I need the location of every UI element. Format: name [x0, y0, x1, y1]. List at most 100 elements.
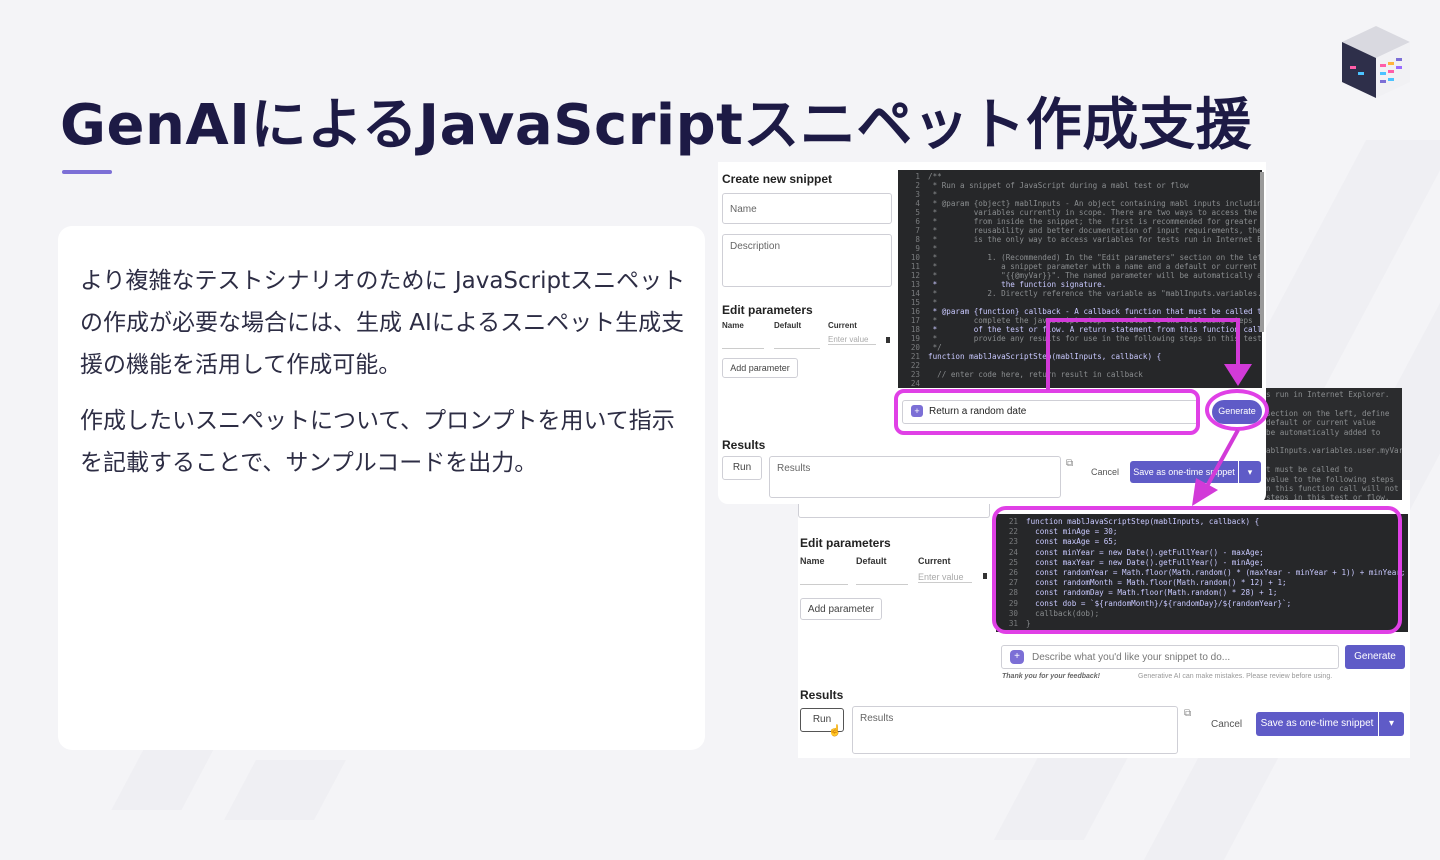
code-line-number: 17 [910, 316, 920, 325]
code-line-number: 13 [910, 280, 920, 289]
code-line-number: 20 [910, 343, 920, 352]
brand-logo-icon [1342, 26, 1410, 98]
ai-sparkle-icon: + [1010, 650, 1024, 664]
feedback-text: Thank you for your feedback! [1002, 673, 1101, 680]
param-current-input[interactable]: Enter value [828, 335, 876, 345]
create-snippet-heading: Create new snippet [722, 172, 833, 186]
page-title: GenAIによるJavaScriptスニペット作成支援 [60, 93, 1252, 158]
prompt-input[interactable]: Describe what you'd like your snippet to… [1001, 645, 1339, 669]
code-line-number: 6 [915, 217, 920, 226]
code-line-number: 2 [915, 181, 920, 190]
param-col-current: Current [918, 556, 951, 566]
code-line-number: 22 [910, 361, 920, 370]
code-line-number: 18 [910, 325, 920, 334]
add-parameter-button[interactable]: Add parameter [800, 598, 882, 620]
code-line-number: 11 [910, 262, 920, 271]
param-default-input[interactable] [856, 584, 908, 585]
code-line-number: 19 [910, 334, 920, 343]
results-output: Results [852, 706, 1178, 754]
code-line: * 2. Directly reference the variable as … [932, 289, 1262, 298]
code-line-number: 15 [910, 298, 920, 307]
expand-icon[interactable]: ⧉ [1066, 458, 1073, 469]
code-line-number: 4 [915, 199, 920, 208]
arrow-line [1236, 318, 1240, 370]
arrow-line [1046, 318, 1050, 390]
param-col-default: Default [856, 556, 887, 566]
code-line: // enter code here, return result in cal… [928, 370, 1143, 379]
expand-icon[interactable]: ⧉ [1184, 708, 1191, 719]
param-col-default: Default [774, 321, 802, 330]
code-editor-shadow: s run in Internet Explorer. section on th… [1262, 388, 1402, 500]
results-heading: Results [722, 438, 766, 452]
code-line: * of the test or flow. A return statemen… [932, 325, 1262, 334]
code-line: * a snippet parameter with a name and a … [928, 262, 1262, 271]
arrow-diagonal-icon [1192, 429, 1240, 506]
code-line: be automatically added to [1266, 427, 1381, 437]
param-current-input[interactable]: Enter value [918, 572, 972, 583]
snippet-editor-prompt-panel: Create new snippet Name Description Edit… [718, 162, 1266, 504]
description-card: より複雑なテストシナリオのために JavaScriptスニペットの作成が必要な場… [58, 226, 705, 750]
cancel-button[interactable]: Cancel [1211, 719, 1242, 730]
code-line-number: 14 [910, 289, 920, 298]
run-button[interactable]: Run [722, 456, 762, 480]
param-name-input[interactable] [800, 584, 848, 585]
save-options-dropdown[interactable]: ▾ [1379, 712, 1404, 736]
background-stripe [224, 760, 346, 820]
code-line: * Run a snippet of JavaScript during a m… [928, 181, 1189, 190]
code-line-number: 7 [915, 226, 920, 235]
code-line-number: 16 [910, 307, 920, 316]
code-line: * reusability and better documentation o… [928, 226, 1262, 235]
code-line-number: 9 [915, 244, 920, 253]
code-line: * variables currently in scope. There ar… [932, 208, 1262, 217]
edit-parameters-heading: Edit parameters [722, 303, 813, 317]
code-line: * [928, 244, 938, 253]
ai-disclaimer: Generative AI can make mistakes. Please … [1138, 673, 1333, 680]
code-scrollbar[interactable] [1260, 172, 1264, 332]
code-line: s run in Internet Explorer. [1266, 390, 1390, 399]
results-heading: Results [800, 688, 844, 702]
save-snippet-button[interactable]: Save as one-time snippet [1256, 712, 1378, 736]
code-line: * [928, 298, 938, 307]
description-input[interactable]: Description [722, 234, 892, 287]
param-col-name: Name [800, 556, 825, 566]
param-col-current: Current [828, 321, 857, 330]
code-line: * @param {function} callback - A callbac… [928, 307, 1262, 316]
code-line: * the function signature. [928, 280, 1107, 289]
code-line: * "{{@myVar}}". The named parameter will… [928, 271, 1262, 280]
name-input[interactable]: Name [722, 193, 892, 224]
param-default-input[interactable] [774, 348, 820, 349]
title-underline [62, 170, 112, 174]
cancel-button[interactable]: Cancel [1091, 467, 1119, 477]
code-line-number: 1 [915, 172, 920, 181]
delete-param-icon[interactable] [983, 573, 987, 579]
delete-param-icon[interactable] [886, 337, 890, 343]
param-name-input[interactable] [722, 348, 764, 349]
code-line-number: 8 [915, 235, 920, 244]
code-line: */ [928, 343, 942, 352]
arrow-head-icon [1224, 364, 1252, 386]
code-line-number: 21 [910, 352, 920, 361]
results-output: Results [769, 456, 1061, 498]
arrow-line [1046, 318, 1240, 322]
generate-button[interactable]: Generate [1345, 645, 1405, 669]
code-line: function mablJavaScriptStep(mablInputs, … [928, 352, 1162, 361]
code-line: section on the left, define [1266, 408, 1390, 418]
code-line: * 1. (Recommended) In the "Edit paramete… [932, 253, 1262, 262]
code-editor: 1 /** 2 * Run a snippet of JavaScript duri… [898, 170, 1262, 388]
code-line-number: 12 [910, 271, 920, 280]
prompt-highlight [894, 389, 1200, 435]
code-line: * [928, 190, 938, 199]
code-line: * @param {object} mablInputs - An object… [928, 199, 1262, 208]
generate-highlight [1205, 389, 1269, 431]
code-line-number: 5 [915, 208, 920, 217]
code-line: * is the only way to access variables fo… [928, 235, 1262, 244]
code-line-number: 10 [910, 253, 920, 262]
edit-parameters-heading: Edit parameters [800, 536, 891, 550]
body-paragraph-2: 作成したいスニペットについて、プロンプトを用いて指示を記載することで、サンプルコ… [80, 408, 675, 476]
code-line-number: 3 [915, 190, 920, 199]
code-line: n this function call will not [1266, 484, 1399, 493]
code-line: value to the following steps [1266, 474, 1395, 484]
code-line: steps in this test or flow. [1266, 493, 1390, 500]
code-line: default or current value [1266, 418, 1376, 428]
add-parameter-button[interactable]: Add parameter [722, 358, 798, 378]
